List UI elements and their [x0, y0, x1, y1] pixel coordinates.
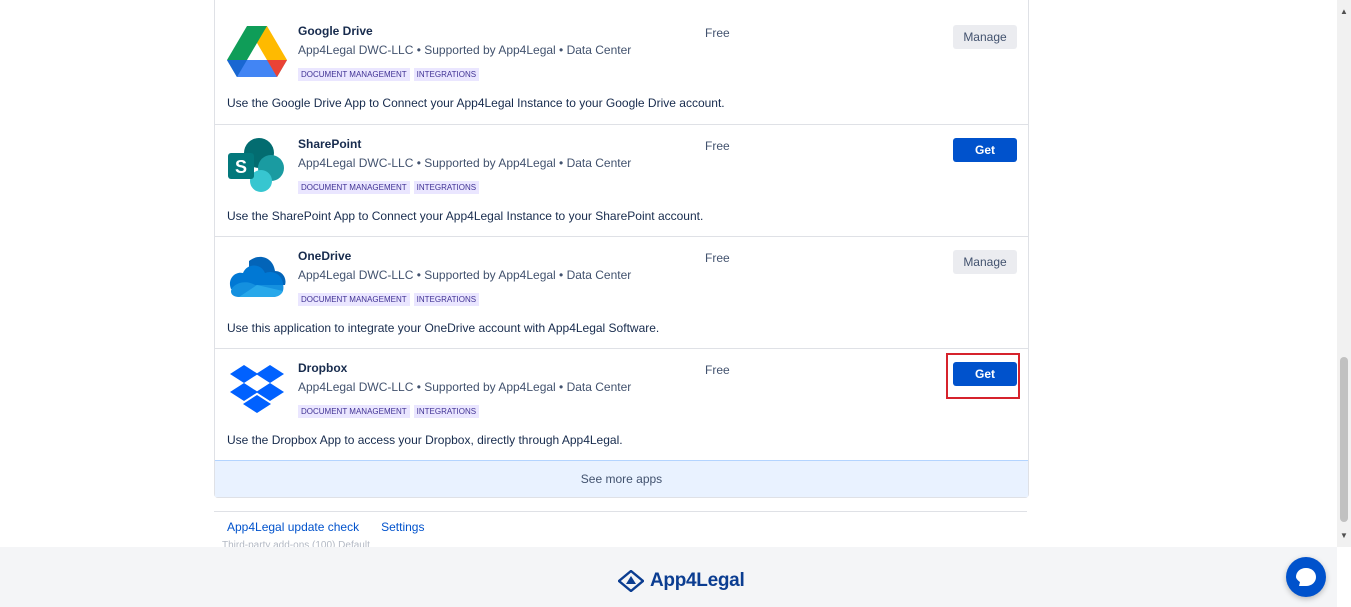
app-price: Free: [705, 26, 730, 40]
sharepoint-icon: S: [228, 138, 284, 192]
manage-button[interactable]: Manage: [953, 25, 1017, 49]
tag-integrations: INTEGRATIONS: [413, 181, 480, 194]
scroll-thumb[interactable]: [1340, 357, 1348, 522]
footer-links: App4Legal update check Settings: [214, 511, 1027, 534]
app-price: Free: [705, 251, 730, 265]
app-card-dropbox: Dropbox App4Legal DWC-LLC • Supported by…: [215, 348, 1028, 460]
app-meta: App4Legal DWC-LLC • Supported by App4Leg…: [298, 268, 632, 282]
app-tags: DOCUMENT MANAGEMENT INTEGRATIONS: [298, 68, 480, 81]
app-tags: DOCUMENT MANAGEMENT INTEGRATIONS: [298, 181, 480, 194]
app-card-onedrive: OneDrive App4Legal DWC-LLC • Supported b…: [215, 236, 1028, 348]
tag-document-management: DOCUMENT MANAGEMENT: [298, 293, 410, 306]
google-drive-icon: [227, 26, 287, 77]
app-name[interactable]: Dropbox: [298, 361, 347, 375]
tag-integrations: INTEGRATIONS: [413, 68, 480, 81]
brand: App4Legal: [618, 570, 745, 592]
app-name[interactable]: OneDrive: [298, 249, 351, 263]
app-meta: App4Legal DWC-LLC • Supported by App4Leg…: [298, 380, 632, 394]
see-more-apps-button[interactable]: See more apps: [215, 460, 1028, 497]
onedrive-icon: [229, 256, 286, 297]
app-description: Use this application to integrate your O…: [227, 321, 660, 335]
app-tags: DOCUMENT MANAGEMENT INTEGRATIONS: [298, 293, 480, 306]
app-description: Use the Google Drive App to Connect your…: [227, 96, 725, 110]
tag-integrations: INTEGRATIONS: [413, 293, 480, 306]
chat-bubble-icon: [1296, 568, 1316, 586]
get-now-button[interactable]: Get now: [953, 138, 1017, 181]
app-price: Free: [705, 139, 730, 153]
settings-link[interactable]: Settings: [381, 520, 424, 534]
scrollbar[interactable]: ▲ ▼: [1337, 0, 1351, 547]
app4legal-logo-icon: [618, 570, 644, 592]
brand-name: App4Legal: [650, 570, 745, 591]
app-price: Free: [705, 363, 730, 377]
tag-integrations: INTEGRATIONS: [413, 405, 480, 418]
svg-text:S: S: [235, 157, 247, 177]
scroll-up-arrow-icon[interactable]: ▲: [1340, 8, 1348, 16]
get-now-button[interactable]: Get now: [953, 362, 1017, 405]
tag-document-management: DOCUMENT MANAGEMENT: [298, 181, 410, 194]
page-scroll-area: Google Drive App4Legal DWC-LLC • Support…: [0, 0, 1337, 547]
update-check-link[interactable]: App4Legal update check: [227, 520, 359, 534]
footer-cutoff-text: Third-party add-ons (100) Default: [222, 540, 370, 547]
app-meta: App4Legal DWC-LLC • Supported by App4Leg…: [298, 43, 632, 57]
app-card-google-drive: Google Drive App4Legal DWC-LLC • Support…: [215, 0, 1028, 124]
chat-button[interactable]: [1286, 557, 1326, 597]
dropbox-icon: [230, 365, 284, 413]
manage-button[interactable]: Manage: [953, 250, 1017, 274]
tag-document-management: DOCUMENT MANAGEMENT: [298, 405, 410, 418]
app-tags: DOCUMENT MANAGEMENT INTEGRATIONS: [298, 405, 480, 418]
app-card-sharepoint: S SharePoint App4Legal DWC-LLC • Support…: [215, 124, 1028, 236]
bottom-bar: App4Legal: [0, 547, 1337, 607]
apps-list: Google Drive App4Legal DWC-LLC • Support…: [214, 0, 1029, 498]
app-description: Use the Dropbox App to access your Dropb…: [227, 433, 623, 447]
app-name[interactable]: Google Drive: [298, 24, 373, 38]
app-meta: App4Legal DWC-LLC • Supported by App4Leg…: [298, 156, 632, 170]
tag-document-management: DOCUMENT MANAGEMENT: [298, 68, 410, 81]
scroll-down-arrow-icon[interactable]: ▼: [1340, 532, 1348, 540]
app-description: Use the SharePoint App to Connect your A…: [227, 209, 704, 223]
app-name[interactable]: SharePoint: [298, 137, 361, 151]
